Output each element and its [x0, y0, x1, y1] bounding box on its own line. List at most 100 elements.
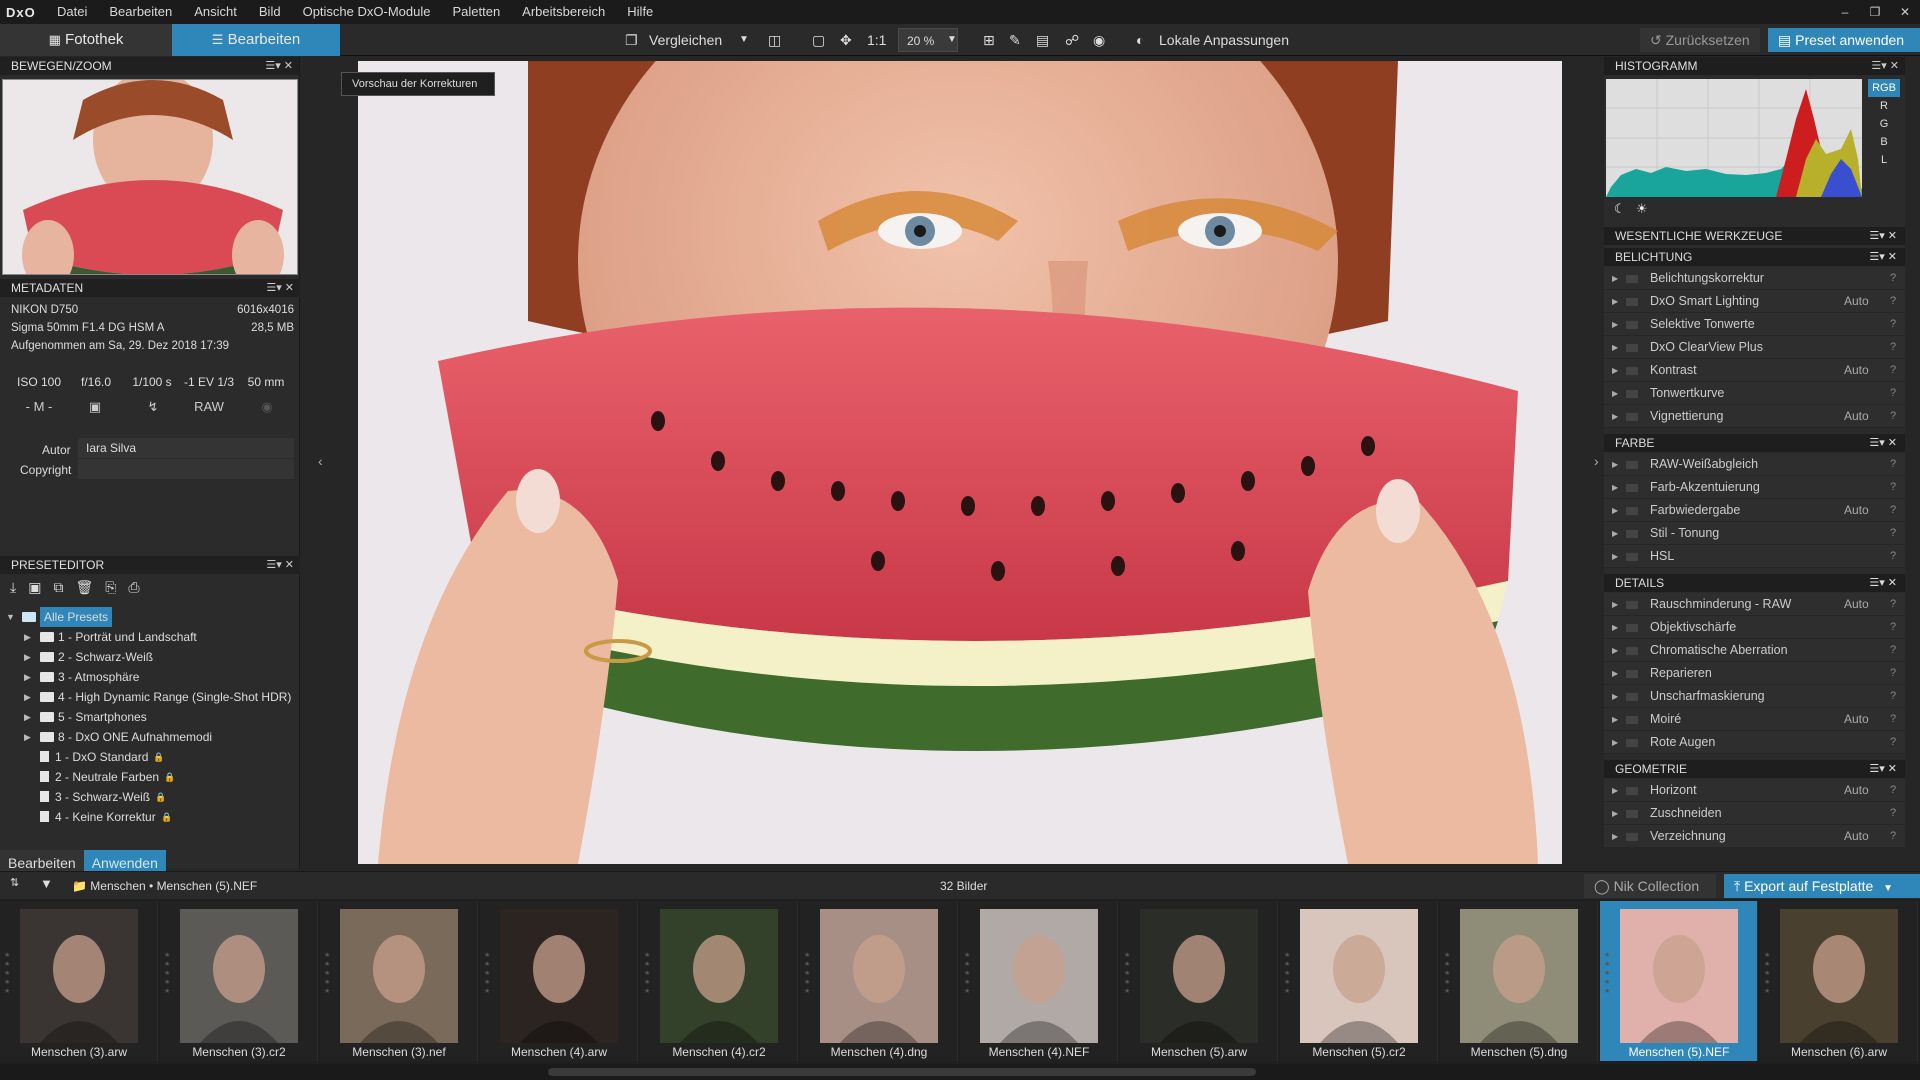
help-icon[interactable]: ? [1890, 359, 1896, 382]
move-icon[interactable]: ✥ [840, 28, 852, 52]
menu-hilfe[interactable]: Hilfe [616, 0, 664, 24]
expand-arrow-icon[interactable]: ▶ [1612, 639, 1618, 662]
expand-arrow-icon[interactable]: ▶ [1612, 359, 1618, 382]
panel-menu-close-icon[interactable]: ☰▾ ✕ [1869, 760, 1897, 778]
filmstrip-thumbnail[interactable]: ★ ★ ★ ★ ★ Menschen (5).cr2 [1280, 901, 1438, 1061]
filmstrip-thumbnail[interactable]: ★ ★ ★ ★ ★ Menschen (3).nef [320, 901, 478, 1061]
panel-menu-close-icon[interactable]: ☰▾ ✕ [266, 556, 294, 574]
section-header[interactable]: GEOMETRIE ☰▾ ✕ [1604, 760, 1905, 778]
filter-icon[interactable]: ▼ [40, 876, 53, 891]
tab-bearbeiten[interactable]: ☰ Bearbeiten [172, 24, 340, 56]
tool-toggle[interactable] [1626, 507, 1638, 515]
expand-arrow-icon[interactable]: ▶ [1612, 522, 1618, 545]
channel-g[interactable]: G [1868, 115, 1900, 133]
help-icon[interactable]: ? [1890, 708, 1896, 731]
rating-stars[interactable]: ★ ★ ★ ★ ★ [484, 951, 490, 996]
filmstrip-thumbnail[interactable]: ★ ★ ★ ★ ★ Menschen (3).cr2 [160, 901, 318, 1061]
expand-arrow-icon[interactable]: ▶ [24, 667, 31, 687]
rating-stars[interactable]: ★ ★ ★ ★ ★ [804, 951, 810, 996]
tool-toggle[interactable] [1626, 553, 1638, 561]
zoom-dropdown-icon[interactable]: ▼ [947, 28, 957, 52]
collapse-right-icon[interactable]: › [1594, 453, 1599, 469]
shadow-clipping-icon[interactable]: ☾ [1614, 201, 1626, 217]
help-icon[interactable]: ? [1890, 779, 1896, 802]
panel-menu-close-icon[interactable]: ☰▾ ✕ [265, 57, 293, 75]
rating-stars[interactable]: ★ ★ ★ ★ ★ [1124, 951, 1130, 996]
tool-row[interactable]: ▶ Moiré Auto? [1604, 708, 1905, 731]
maximize-icon[interactable]: ❐ [1860, 0, 1890, 24]
expand-arrow-icon[interactable]: ▶ [1612, 616, 1618, 639]
essential-tools-header[interactable]: WESENTLICHE WERKZEUGE ☰▾ ✕ [1604, 227, 1905, 245]
tool-row[interactable]: ▶ Rauschminderung - RAW Auto? [1604, 593, 1905, 616]
expand-arrow-icon[interactable]: ▼ [6, 607, 15, 627]
section-header[interactable]: DETAILS ☰▾ ✕ [1604, 574, 1905, 592]
filmstrip-thumbnail[interactable]: ★ ★ ★ ★ ★ Menschen (4).NEF [960, 901, 1118, 1061]
tool-toggle[interactable] [1626, 624, 1638, 632]
help-icon[interactable]: ? [1890, 499, 1896, 522]
filmstrip-thumbnail[interactable]: ★ ★ ★ ★ ★ Menschen (4).arw [480, 901, 638, 1061]
expand-arrow-icon[interactable]: ▶ [1612, 336, 1618, 359]
tool-row[interactable]: ▶ Objektivschärfe? [1604, 616, 1905, 639]
eyedropper-icon[interactable]: ✎ [1009, 28, 1021, 52]
panel-menu-close-icon[interactable]: ☰▾ ✕ [1869, 248, 1897, 266]
export-dropdown-icon[interactable]: ▼ [1883, 883, 1893, 894]
tool-row[interactable]: ▶ DxO ClearView Plus? [1604, 336, 1905, 359]
collapse-left-icon[interactable]: ‹ [318, 453, 323, 469]
section-header[interactable]: FARBE ☰▾ ✕ [1604, 434, 1905, 452]
help-icon[interactable]: ? [1890, 313, 1896, 336]
fit-screen-icon[interactable]: ▢ [812, 28, 825, 52]
menu-datei[interactable]: Datei [46, 0, 98, 24]
tree-preset[interactable]: 3 - Schwarz-Weiß 🔒 [0, 787, 296, 807]
tool-row[interactable]: ▶ Zuschneiden? [1604, 802, 1905, 825]
expand-arrow-icon[interactable]: ▶ [1612, 779, 1618, 802]
tool-row[interactable]: ▶ Chromatische Aberration? [1604, 639, 1905, 662]
auto-badge[interactable]: Auto [1844, 825, 1869, 848]
navigator-thumbnail[interactable] [2, 79, 298, 275]
menu-optische-module[interactable]: Optische DxO-Module [292, 0, 442, 24]
tree-preset[interactable]: 4 - Keine Korrektur 🔒 [0, 807, 296, 827]
help-icon[interactable]: ? [1890, 476, 1896, 499]
expand-arrow-icon[interactable]: ▶ [24, 687, 31, 707]
help-icon[interactable]: ? [1890, 267, 1896, 290]
panel-menu-close-icon[interactable]: ☰▾ ✕ [1869, 574, 1897, 592]
tool-row[interactable]: ▶ Horizont Auto? [1604, 779, 1905, 802]
compare-dropdown-icon[interactable]: ▼ [739, 28, 749, 52]
tool-row[interactable]: ▶ Kontrast Auto? [1604, 359, 1905, 382]
tree-folder[interactable]: ▶ 1 - Porträt und Landschaft [0, 627, 296, 647]
tool-row[interactable]: ▶ Farbwiedergabe Auto? [1604, 499, 1905, 522]
tree-folder[interactable]: ▶ 3 - Atmosphäre [0, 667, 296, 687]
channel-rgb[interactable]: RGB [1868, 79, 1900, 97]
expand-arrow-icon[interactable]: ▶ [24, 627, 31, 647]
panel-menu-close-icon[interactable]: ☰▾ ✕ [266, 279, 294, 297]
expand-arrow-icon[interactable]: ▶ [24, 727, 31, 747]
tool-row[interactable]: ▶ Vignettierung Auto? [1604, 405, 1905, 428]
help-icon[interactable]: ? [1890, 290, 1896, 313]
one-to-one-button[interactable]: 1:1 [867, 28, 886, 52]
local-adjust-icon[interactable]: ◐ [1136, 28, 1144, 52]
tool-toggle[interactable] [1626, 739, 1638, 747]
expand-arrow-icon[interactable]: ▶ [1612, 267, 1618, 290]
expand-arrow-icon[interactable]: ▶ [1612, 405, 1618, 428]
expand-arrow-icon[interactable]: ▶ [1612, 708, 1618, 731]
filmstrip-thumbnail[interactable]: ★ ★ ★ ★ ★ Menschen (4).dng [800, 901, 958, 1061]
help-icon[interactable]: ? [1890, 336, 1896, 359]
expand-arrow-icon[interactable]: ▶ [1612, 731, 1618, 754]
help-icon[interactable]: ? [1890, 405, 1896, 428]
help-icon[interactable]: ? [1890, 662, 1896, 685]
tool-toggle[interactable] [1626, 298, 1638, 306]
expand-arrow-icon[interactable]: ▶ [1612, 662, 1618, 685]
help-icon[interactable]: ? [1890, 382, 1896, 405]
tool-toggle[interactable] [1626, 530, 1638, 538]
panel-menu-close-icon[interactable]: ☰▾ ✕ [1869, 434, 1897, 452]
rating-stars[interactable]: ★ ★ ★ ★ ★ [164, 951, 170, 996]
tool-toggle[interactable] [1626, 390, 1638, 398]
help-icon[interactable]: ? [1890, 453, 1896, 476]
expand-arrow-icon[interactable]: ▶ [1612, 825, 1618, 848]
tool-toggle[interactable] [1626, 321, 1638, 329]
menu-paletten[interactable]: Paletten [441, 0, 511, 24]
tool-row[interactable]: ▶ Belichtungskorrektur? [1604, 267, 1905, 290]
rating-stars[interactable]: ★ ★ ★ ★ ★ [4, 951, 10, 996]
eye-icon[interactable]: ◉ [1093, 28, 1105, 52]
rating-stars[interactable]: ★ ★ ★ ★ ★ [644, 951, 650, 996]
expand-arrow-icon[interactable]: ▶ [1612, 453, 1618, 476]
